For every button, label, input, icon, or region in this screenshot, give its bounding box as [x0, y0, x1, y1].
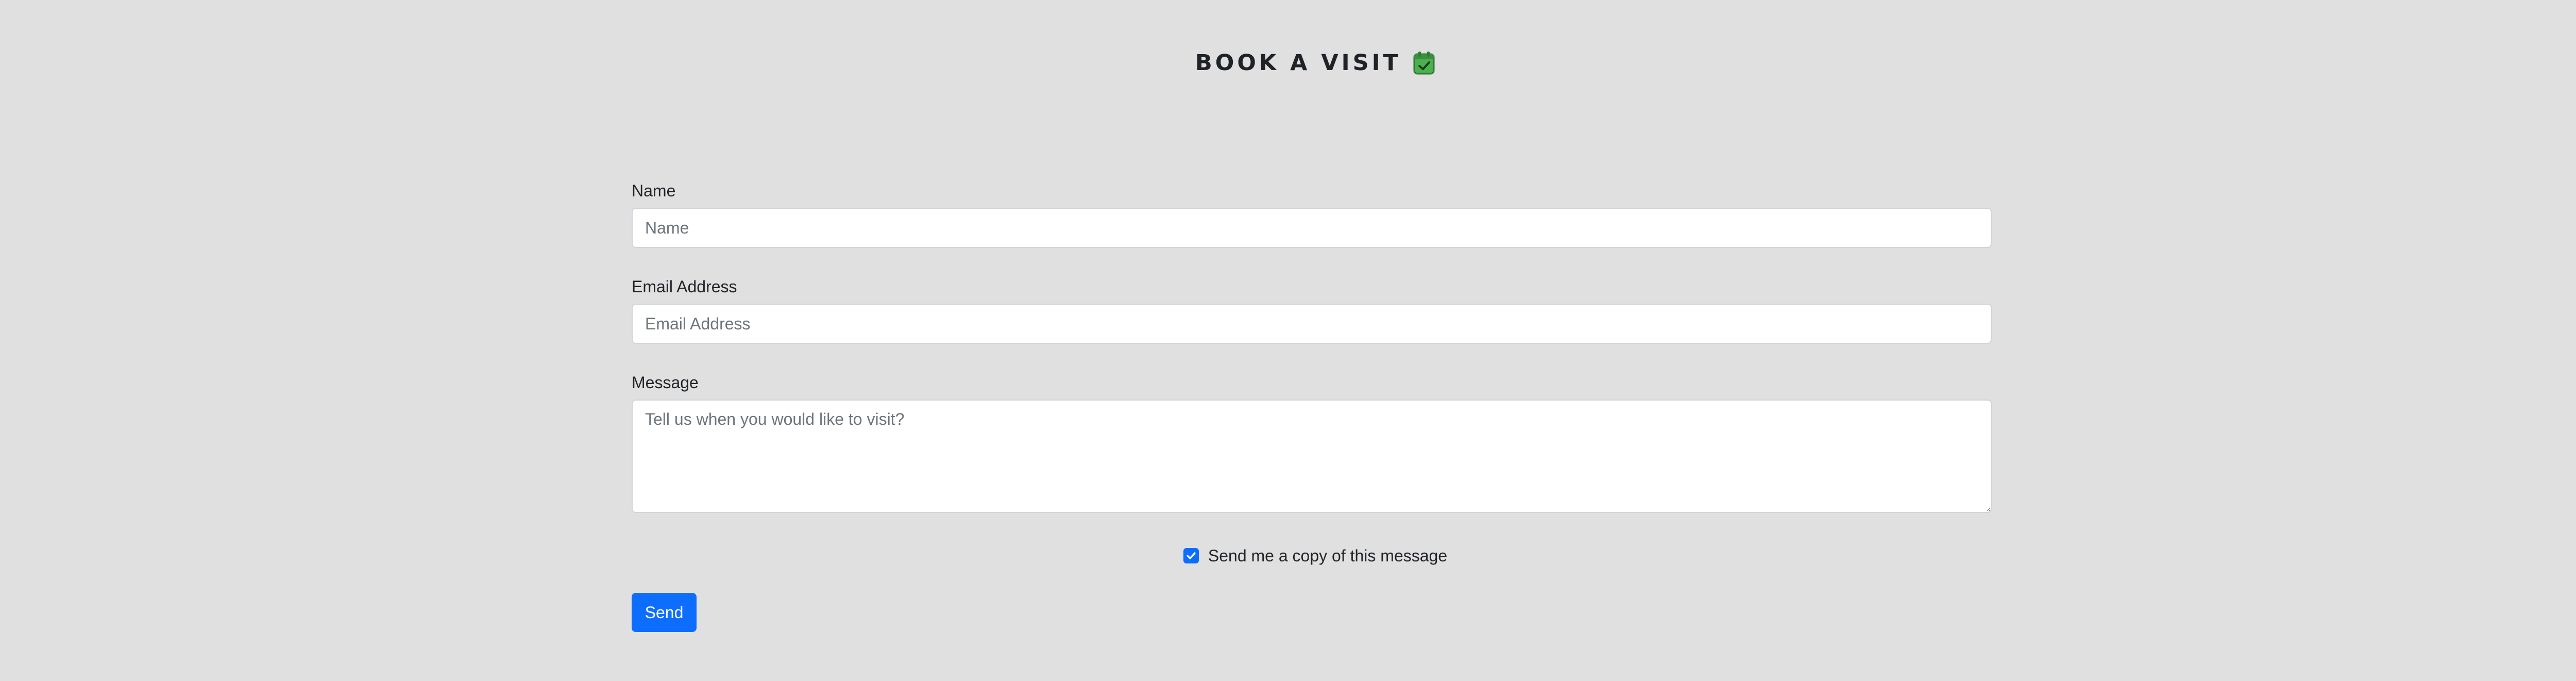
email-input[interactable]: [632, 304, 1992, 344]
page-title: BOOK A VISIT: [1195, 50, 1401, 76]
email-label: Email Address: [632, 277, 737, 296]
send-button[interactable]: Send: [632, 593, 697, 632]
name-field-group: Name: [632, 178, 1992, 248]
copy-checkbox[interactable]: [1183, 548, 1199, 563]
email-field-group: Email Address: [632, 274, 1992, 344]
name-input[interactable]: [632, 208, 1992, 248]
message-textarea[interactable]: [632, 400, 1992, 513]
page-header: BOOK A VISIT: [0, 47, 2576, 78]
checkmark-icon: [1187, 552, 1196, 559]
visit-form: Name Email Address Message: [632, 178, 1992, 539]
copy-checkbox-row[interactable]: Send me a copy of this message: [0, 543, 2576, 569]
name-label: Name: [632, 181, 676, 200]
calendar-check-icon: [1413, 51, 1435, 75]
message-field-group: Message: [632, 370, 1992, 513]
message-label: Message: [632, 373, 699, 392]
copy-checkbox-label[interactable]: Send me a copy of this message: [1208, 543, 1447, 569]
